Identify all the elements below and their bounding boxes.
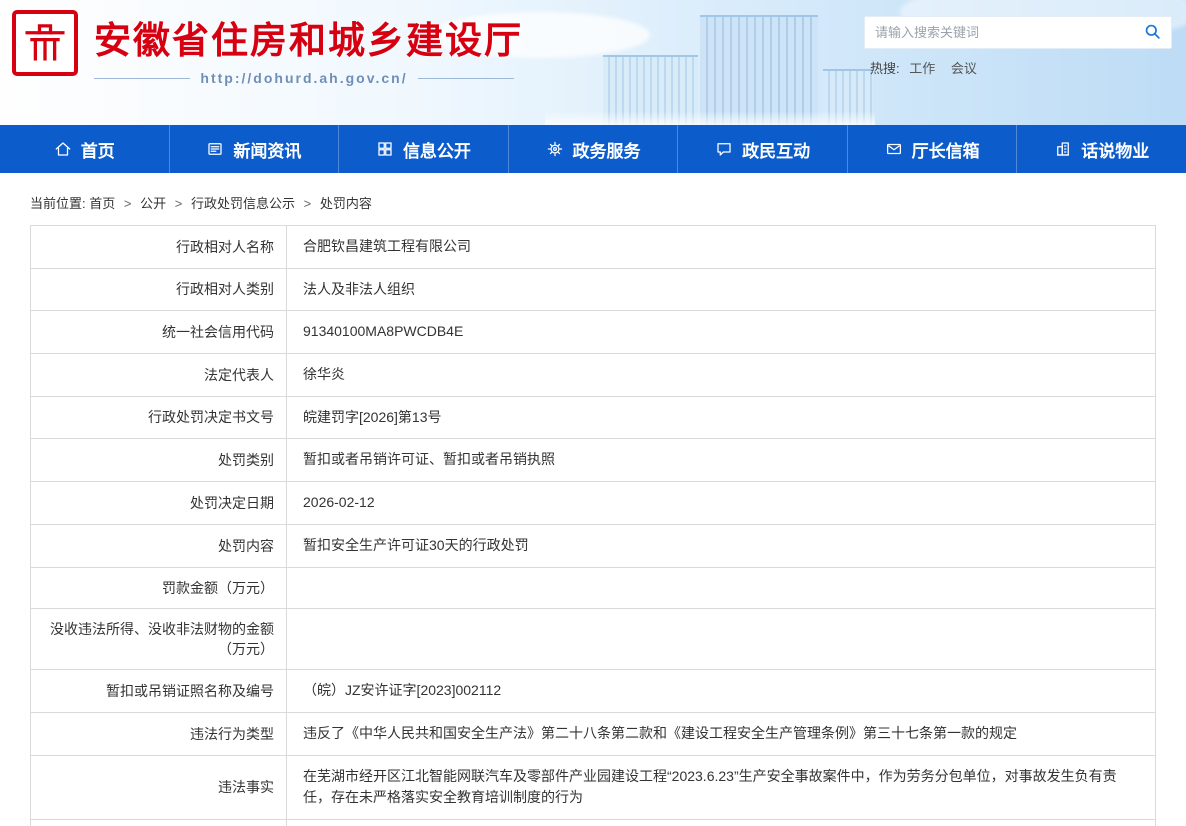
row-value: 皖建罚字[2026]第13号 xyxy=(287,397,1155,439)
nav-item-home[interactable]: 首页 xyxy=(0,125,169,173)
row-value: 法人及非法人组织 xyxy=(287,269,1155,311)
search-icon xyxy=(1143,22,1162,44)
row-label: 没收违法所得、没收非法财物的金额（万元） xyxy=(31,609,287,670)
row-label: 暂扣或吊销证照名称及编号 xyxy=(31,670,287,712)
brand-block: 安徽省住房和城乡建设厅 http://dohurd.ah.gov.cn/ xyxy=(94,10,564,86)
site-logo xyxy=(12,10,78,76)
table-row: 法定代表人徐华炎 xyxy=(31,354,1155,397)
home-icon xyxy=(54,140,72,158)
breadcrumb-item-home[interactable]: 首页 xyxy=(89,196,115,211)
breadcrumb-separator: > xyxy=(119,196,137,211)
row-label: 行政处罚决定书文号 xyxy=(31,397,287,439)
row-label: 统一社会信用代码 xyxy=(31,311,287,353)
chat-bubble-icon xyxy=(715,140,733,158)
row-label: 违法事实 xyxy=(31,756,287,819)
site-url-row: http://dohurd.ah.gov.cn/ xyxy=(94,70,514,86)
row-value: 91340100MA8PWCDB4E xyxy=(287,311,1155,353)
search-button[interactable] xyxy=(1133,17,1171,48)
row-label: 行政相对人类别 xyxy=(31,269,287,311)
nav-label: 话说物业 xyxy=(1081,137,1149,162)
page: 安徽省住房和城乡建设厅 http://dohurd.ah.gov.cn/ xyxy=(0,0,1186,826)
row-label: 处罚决定日期 xyxy=(31,482,287,524)
breadcrumb-label: 当前位置: xyxy=(30,196,86,211)
nav-item-gov-services[interactable]: 政务服务 xyxy=(508,125,678,173)
table-row: 行政相对人名称合肥钦昌建筑工程有限公司 xyxy=(31,226,1155,269)
hot-search-label-text: 热搜: xyxy=(870,61,900,76)
table-row: 罚款金额（万元） xyxy=(31,568,1155,609)
table-row: 处罚类别暂扣或者吊销许可证、暂扣或者吊销执照 xyxy=(31,439,1155,482)
row-label: 法定代表人 xyxy=(31,354,287,396)
table-row: 暂扣或吊销证照名称及编号（皖）JZ安许证字[2023]002112 xyxy=(31,670,1155,713)
row-label: 罚款金额（万元） xyxy=(31,568,287,608)
row-value: 违反了《中华人民共和国安全生产法》第二十八条第二款和《建设工程安全生产管理条例》… xyxy=(287,713,1155,755)
breadcrumb-separator: > xyxy=(299,196,317,211)
table-row: 违法事实在芜湖市经开区江北智能网联汽车及零部件产业园建设工程“2023.6.23… xyxy=(31,756,1155,820)
nav-item-news[interactable]: 新闻资讯 xyxy=(169,125,339,173)
search-area: 热搜: 工作 会议 xyxy=(864,16,1172,77)
site-url: http://dohurd.ah.gov.cn/ xyxy=(190,70,417,86)
nav-label: 首页 xyxy=(81,137,115,162)
hot-search: 热搜: 工作 会议 xyxy=(864,58,1172,77)
table-row: 行政相对人类别法人及非法人组织 xyxy=(31,269,1155,312)
gate-emblem-icon xyxy=(23,19,67,68)
row-value: （皖）JZ安许证字[2023]002112 xyxy=(287,670,1155,712)
row-value: 合肥钦昌建筑工程有限公司 xyxy=(287,226,1155,268)
breadcrumb-item-current: 处罚内容 xyxy=(320,196,372,211)
row-label: 处罚内容 xyxy=(31,525,287,567)
nav-label: 新闻资讯 xyxy=(233,137,301,162)
row-label: 处罚依据 xyxy=(31,820,287,826)
row-value xyxy=(287,609,1155,670)
building-icon xyxy=(1054,140,1072,158)
row-label: 处罚类别 xyxy=(31,439,287,481)
breadcrumb-item-penalty-list[interactable]: 行政处罚信息公示 xyxy=(191,196,295,211)
row-value: 暂扣或者吊销许可证、暂扣或者吊销执照 xyxy=(287,439,1155,481)
nav-item-director-mailbox[interactable]: 厅长信箱 xyxy=(847,125,1017,173)
row-value: 2026-02-12 xyxy=(287,482,1155,524)
nav-label: 厅长信箱 xyxy=(912,137,980,162)
hot-search-link-work[interactable]: 工作 xyxy=(909,61,935,76)
row-label: 行政相对人名称 xyxy=(31,226,287,268)
site-header: 安徽省住房和城乡建设厅 http://dohurd.ah.gov.cn/ xyxy=(0,0,1186,125)
breadcrumb-item-public[interactable]: 公开 xyxy=(140,196,166,211)
table-row: 行政处罚决定书文号皖建罚字[2026]第13号 xyxy=(31,397,1155,440)
table-row: 统一社会信用代码91340100MA8PWCDB4E xyxy=(31,311,1155,354)
main-nav: 首页 新闻资讯 信息公开 xyxy=(0,125,1186,173)
search-box xyxy=(864,16,1172,49)
row-value: 徐华炎 xyxy=(287,354,1155,396)
row-value: 《生产安全事故报告和调查处理条例》第四十条第一款 xyxy=(287,820,1155,826)
breadcrumb-separator: > xyxy=(170,196,188,211)
nav-item-interaction[interactable]: 政民互动 xyxy=(677,125,847,173)
building-illustration xyxy=(545,14,875,125)
info-grid-icon xyxy=(376,140,394,158)
news-icon xyxy=(206,140,224,158)
nav-item-info-disclosure[interactable]: 信息公开 xyxy=(338,125,508,173)
table-row: 处罚依据《生产安全事故报告和调查处理条例》第四十条第一款 xyxy=(31,820,1155,826)
envelope-icon xyxy=(885,140,903,158)
nav-item-property-talk[interactable]: 话说物业 xyxy=(1016,125,1186,173)
row-label: 违法行为类型 xyxy=(31,713,287,755)
nav-label: 政民互动 xyxy=(742,137,810,162)
service-gear-icon xyxy=(546,140,564,158)
table-row: 违法行为类型违反了《中华人民共和国安全生产法》第二十八条第二款和《建设工程安全生… xyxy=(31,713,1155,756)
table-row: 没收违法所得、没收非法财物的金额（万元） xyxy=(31,609,1155,671)
table-row: 处罚内容暂扣安全生产许可证30天的行政处罚 xyxy=(31,525,1155,568)
table-row: 处罚决定日期2026-02-12 xyxy=(31,482,1155,525)
url-divider-left xyxy=(94,78,190,79)
nav-label: 政务服务 xyxy=(573,137,641,162)
row-value: 在芜湖市经开区江北智能网联汽车及零部件产业园建设工程“2023.6.23”生产安… xyxy=(287,756,1155,819)
breadcrumb: 当前位置: 首页 > 公开 > 行政处罚信息公示 > 处罚内容 xyxy=(30,193,1186,212)
nav-label: 信息公开 xyxy=(403,137,471,162)
row-value: 暂扣安全生产许可证30天的行政处罚 xyxy=(287,525,1155,567)
site-title: 安徽省住房和城乡建设厅 xyxy=(94,10,564,64)
row-value xyxy=(287,568,1155,608)
url-divider-right xyxy=(418,78,514,79)
search-input[interactable] xyxy=(865,25,1133,40)
penalty-table: 行政相对人名称合肥钦昌建筑工程有限公司行政相对人类别法人及非法人组织统一社会信用… xyxy=(30,225,1156,826)
hot-search-link-meeting[interactable]: 会议 xyxy=(951,61,977,76)
